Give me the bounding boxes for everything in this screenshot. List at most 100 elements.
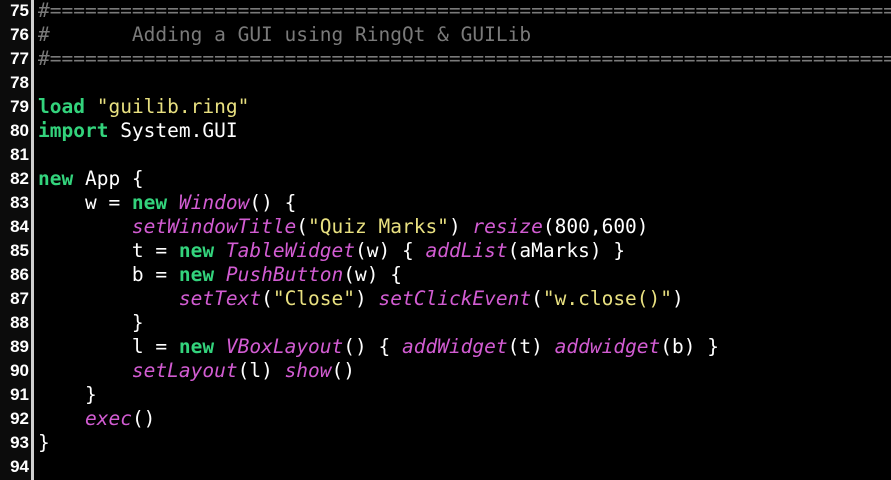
code-content: new App { — [38, 167, 144, 191]
code-text: w = — [38, 191, 132, 214]
code-line[interactable]: 81 — [0, 143, 891, 167]
code-content: #=======================================… — [38, 47, 891, 71]
code-line[interactable]: 85 t = new TableWidget(w) { addList(aMar… — [0, 239, 891, 263]
code-text: (w) { — [355, 239, 426, 262]
code-text: () { — [343, 335, 402, 358]
code-content: w = new Window() { — [38, 191, 296, 215]
code-text: l = — [38, 335, 179, 358]
code-comment: # Adding a GUI using RingQt & GUILib — [38, 23, 532, 46]
code-text: () { — [249, 191, 297, 214]
code-content: l = new VBoxLayout() { addWidget(t) addw… — [38, 335, 719, 359]
code-text: } — [38, 311, 144, 334]
code-line[interactable]: 84 setWindowTitle("Quiz Marks") resize(8… — [0, 215, 891, 239]
line-number: 82 — [10, 169, 29, 188]
line-number: 87 — [10, 289, 29, 308]
code-keyword: new — [178, 239, 215, 262]
code-function: addwidget — [554, 335, 661, 358]
code-keyword: import — [38, 119, 109, 142]
code-function: resize — [472, 215, 543, 238]
line-number: 75 — [10, 1, 29, 20]
line-number: 80 — [10, 121, 29, 140]
code-content: b = new PushButton(w) { — [38, 263, 402, 287]
code-content: load "guilib.ring" — [38, 95, 249, 119]
code-function: TableWidget — [225, 239, 356, 262]
code-keyword: new — [178, 263, 215, 286]
code-text: ) — [355, 287, 379, 310]
code-line[interactable]: 94 — [0, 455, 891, 479]
code-line[interactable]: 80 import System.GUI — [0, 119, 891, 143]
code-function: setClickEvent — [378, 287, 532, 310]
code-text: () — [331, 359, 356, 382]
code-text: (aMarks) } — [507, 239, 626, 262]
code-line[interactable]: 77 #=====================================… — [0, 47, 891, 71]
line-number: 89 — [10, 337, 29, 356]
code-line[interactable]: 92 exec() — [0, 407, 891, 431]
code-function: addWidget — [401, 335, 508, 358]
code-content: setWindowTitle("Quiz Marks") resize(800,… — [38, 215, 649, 239]
code-function: PushButton — [225, 263, 344, 286]
line-number: 78 — [10, 73, 29, 92]
code-text: () — [131, 407, 156, 430]
line-number: 76 — [10, 25, 29, 44]
code-text: (t) — [507, 335, 555, 358]
code-content: exec() — [38, 407, 155, 431]
code-comment: #=======================================… — [38, 0, 891, 22]
code-line[interactable]: 75 #=====================================… — [0, 0, 891, 23]
code-text: ) — [448, 215, 473, 238]
line-number: 85 — [10, 241, 29, 260]
code-content: # Adding a GUI using RingQt & GUILib — [38, 23, 531, 47]
code-text: App { — [73, 167, 144, 190]
code-lines[interactable]: 75 #=====================================… — [0, 0, 891, 479]
code-keyword: new — [38, 167, 74, 190]
code-text: t = — [38, 239, 179, 262]
code-content: #=======================================… — [38, 0, 891, 23]
code-line[interactable]: 88 } — [0, 311, 891, 335]
code-keyword: load — [38, 95, 85, 118]
code-line[interactable]: 76 # Adding a GUI using RingQt & GUILib — [0, 23, 891, 47]
code-string: "guilib.ring" — [96, 95, 250, 118]
code-text: } — [38, 431, 50, 454]
code-line[interactable]: 78 — [0, 71, 891, 95]
code-text: (l) — [237, 359, 285, 382]
code-line[interactable]: 91 } — [0, 383, 891, 407]
line-number: 92 — [10, 409, 29, 428]
code-text: (b) } — [660, 335, 719, 358]
code-line[interactable]: 93} — [0, 431, 891, 455]
line-number: 84 — [10, 217, 29, 236]
code-keyword: new — [131, 191, 168, 214]
line-number: 79 — [10, 97, 29, 116]
code-line[interactable]: 86 b = new PushButton(w) { — [0, 263, 891, 287]
code-string: "w.close()" — [542, 287, 673, 310]
code-editor[interactable]: 75 #=====================================… — [0, 0, 891, 480]
code-content: import System.GUI — [38, 119, 238, 143]
code-content: setText("Close") setClickEvent("w.close(… — [38, 287, 684, 311]
code-function: exec — [84, 407, 132, 430]
code-line[interactable]: 83 w = new Window() { — [0, 191, 891, 215]
code-line[interactable]: 79 load "guilib.ring" — [0, 95, 891, 119]
code-line[interactable]: 89 l = new VBoxLayout() { addWidget(t) a… — [0, 335, 891, 359]
code-text: ( — [531, 287, 543, 310]
code-content: } — [38, 383, 97, 407]
code-text: (800,600) — [542, 215, 649, 238]
line-number: 83 — [10, 193, 29, 212]
code-text: ( — [261, 287, 273, 310]
code-text: ) — [672, 287, 684, 310]
code-line[interactable]: 87 setText("Close") setClickEvent("w.clo… — [0, 287, 891, 311]
code-text: (w) { — [343, 263, 402, 286]
line-number: 94 — [10, 457, 29, 476]
code-function: VBoxLayout — [225, 335, 344, 358]
code-content: t = new TableWidget(w) { addList(aMarks)… — [38, 239, 625, 263]
line-number: 77 — [10, 49, 29, 68]
line-number: 86 — [10, 265, 29, 284]
code-line[interactable]: 90 setLayout(l) show() — [0, 359, 891, 383]
code-line[interactable]: 82 new App { — [0, 167, 891, 191]
code-text: System.GUI — [108, 119, 238, 142]
code-function: Window — [178, 191, 250, 214]
code-text: b = — [38, 263, 179, 286]
